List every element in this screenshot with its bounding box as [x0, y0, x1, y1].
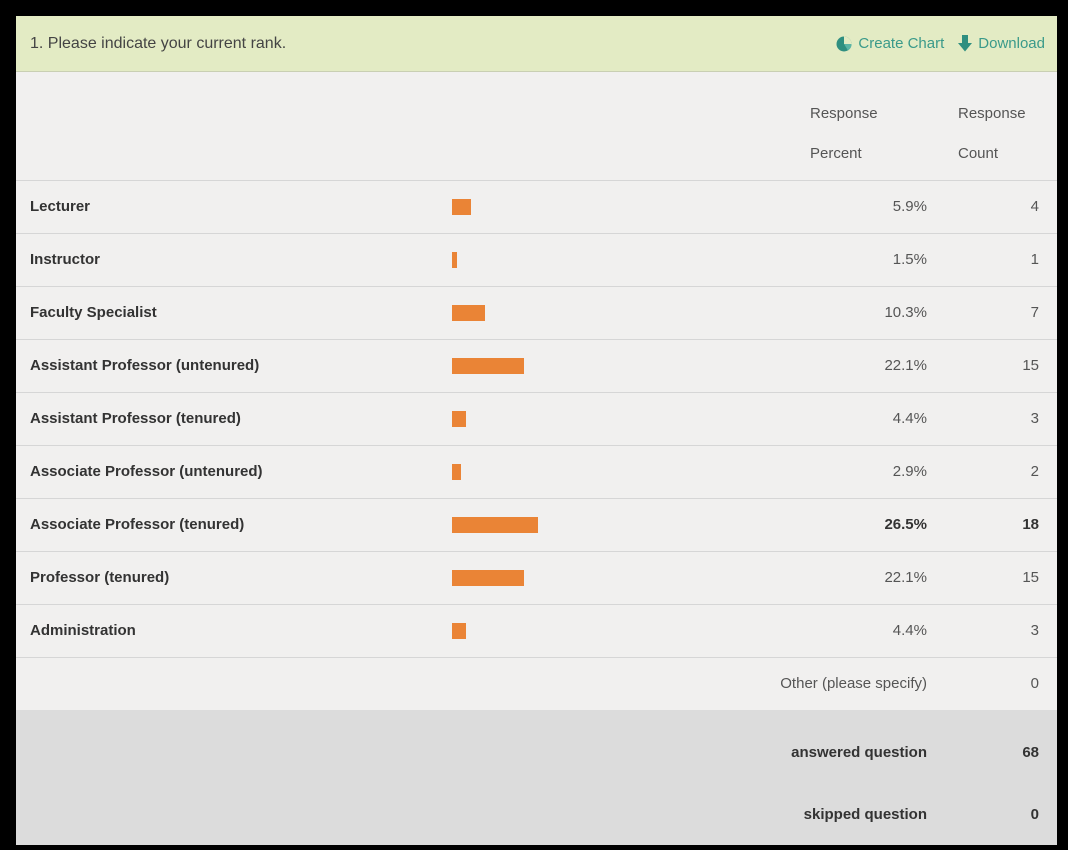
answered-label: answered question — [791, 744, 927, 761]
row-percent: 26.5% — [884, 516, 927, 533]
row-count: 3 — [1030, 622, 1039, 639]
response-count-header: Response Count — [958, 105, 1026, 162]
question-title: 1. Please indicate your current rank. — [30, 34, 287, 52]
summary-section: answered question 68 skipped question 0 — [16, 710, 1057, 845]
response-bar — [452, 570, 524, 586]
answered-row: answered question 68 — [16, 722, 1057, 784]
response-rows: Lecturer 5.9% 4 Instructor 1.5% 1 Faculty Spec… — [16, 181, 1057, 658]
row-label: Faculty Specialist — [30, 304, 157, 321]
row-percent: 1.5% — [892, 251, 927, 268]
survey-question-panel: 1. Please indicate your current rank. Cr… — [16, 16, 1057, 845]
response-bar — [452, 305, 485, 321]
answered-value: 68 — [1022, 744, 1039, 761]
row-label: Assistant Professor (tenured) — [30, 410, 241, 427]
response-bar — [452, 464, 461, 480]
row-count: 15 — [1022, 357, 1039, 374]
other-label[interactable]: Other (please specify) — [780, 658, 927, 710]
table-row: Assistant Professor (untenured) 22.1% 15 — [16, 340, 1057, 393]
create-chart-label: Create Chart — [858, 35, 945, 52]
table-row: Associate Professor (tenured) 26.5% 18 — [16, 499, 1057, 552]
other-count: 0 — [1030, 675, 1039, 692]
response-bar — [452, 623, 466, 639]
row-percent: 4.4% — [892, 622, 927, 639]
response-bar — [452, 411, 466, 427]
column-headers: Response Percent Response Count — [16, 72, 1057, 181]
row-percent: 22.1% — [884, 357, 927, 374]
table-row: Faculty Specialist 10.3% 7 — [16, 287, 1057, 340]
row-count: 7 — [1030, 304, 1039, 321]
row-label: Assistant Professor (untenured) — [30, 357, 260, 374]
row-label: Lecturer — [30, 198, 91, 215]
response-bar — [452, 199, 471, 215]
row-label: Associate Professor (untenured) — [30, 463, 263, 480]
download-button[interactable]: Download — [958, 35, 1045, 52]
skipped-row: skipped question 0 — [16, 784, 1057, 845]
row-count: 18 — [1022, 516, 1039, 533]
row-count: 2 — [1030, 463, 1039, 480]
response-bar — [452, 517, 538, 533]
table-row: Administration 4.4% 3 — [16, 605, 1057, 658]
skipped-value: 0 — [1030, 806, 1039, 823]
pie-chart-icon — [836, 36, 852, 51]
response-bar — [452, 358, 524, 374]
other-row: Other (please specify) 0 — [16, 658, 1057, 710]
row-label: Professor (tenured) — [30, 569, 170, 586]
table-row: Instructor 1.5% 1 — [16, 234, 1057, 287]
row-count: 4 — [1030, 198, 1039, 215]
row-label: Associate Professor (tenured) — [30, 516, 245, 533]
row-percent: 4.4% — [892, 410, 927, 427]
question-actions: Create Chart Download — [836, 35, 1045, 52]
table-row: Associate Professor (untenured) 2.9% 2 — [16, 446, 1057, 499]
question-header: 1. Please indicate your current rank. Cr… — [16, 16, 1057, 72]
row-count: 1 — [1030, 251, 1039, 268]
row-label: Administration — [30, 622, 136, 639]
response-percent-header: Response Percent — [810, 105, 878, 162]
download-label: Download — [978, 35, 1045, 52]
skipped-label: skipped question — [803, 806, 927, 823]
table-row: Professor (tenured) 22.1% 15 — [16, 552, 1057, 605]
row-label: Instructor — [30, 251, 101, 268]
row-count: 3 — [1030, 410, 1039, 427]
row-percent: 10.3% — [884, 304, 927, 321]
table-row: Assistant Professor (tenured) 4.4% 3 — [16, 393, 1057, 446]
response-bar — [452, 252, 457, 268]
row-percent: 22.1% — [884, 569, 927, 586]
create-chart-button[interactable]: Create Chart — [836, 35, 944, 52]
row-count: 15 — [1022, 569, 1039, 586]
row-percent: 2.9% — [892, 463, 927, 480]
table-row: Lecturer 5.9% 4 — [16, 181, 1057, 234]
download-arrow-icon — [958, 35, 973, 52]
row-percent: 5.9% — [892, 198, 927, 215]
